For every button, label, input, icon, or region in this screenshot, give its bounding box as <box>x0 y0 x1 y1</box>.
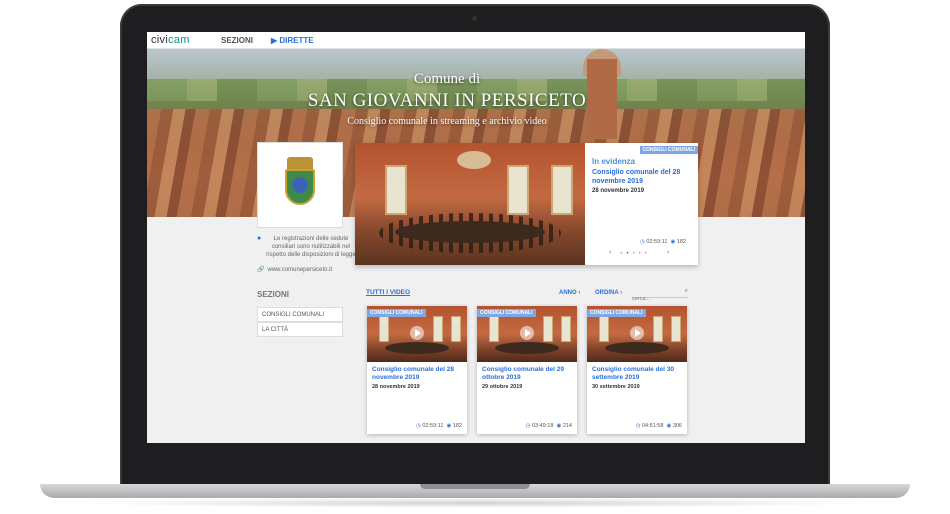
room-window <box>507 165 529 215</box>
section-item-la-citta[interactable]: LA CITTÀ <box>257 322 343 337</box>
hero-city-name: SAN GIOVANNI IN PERSICETO <box>307 90 587 111</box>
crest-emblem <box>292 177 308 193</box>
category-badge[interactable]: CONSIGLI COMUNALI <box>639 146 698 154</box>
clock-icon: ◷ <box>635 423 641 429</box>
video-date: 29 ottobre 2019 <box>482 384 523 390</box>
video-views: 306 <box>672 423 682 429</box>
room-window <box>561 316 571 342</box>
website-link-text: www.comunepersiceto.it <box>267 267 333 273</box>
room-window <box>385 165 407 215</box>
room-window <box>671 316 681 342</box>
video-date: 28 novembre 2019 <box>372 384 420 390</box>
logo-accent-text: cam <box>168 34 190 46</box>
hero-comune-di: Comune di <box>413 71 481 87</box>
chevron-right-icon: › <box>578 290 581 296</box>
video-duration: 04:51:58 <box>641 423 664 429</box>
video-views: 182 <box>452 423 462 429</box>
eye-icon: ◉ <box>666 423 672 429</box>
play-icon[interactable] <box>520 326 534 340</box>
video-duration: 03:49:18 <box>531 423 554 429</box>
video-meta: ◷ 03:49:18 ◉ 214 <box>526 423 572 429</box>
room-window <box>379 316 389 342</box>
eye-icon: ◉ <box>446 423 452 429</box>
sections-title: SEZIONI <box>257 290 290 299</box>
laptop-shadow <box>70 498 880 508</box>
logo-text: civi <box>151 34 169 46</box>
webcam <box>472 16 477 21</box>
featured-label: In evidenza <box>592 157 636 166</box>
search-icon[interactable]: ⌕ <box>685 288 688 295</box>
room-chandelier <box>457 151 491 169</box>
room-window <box>543 316 553 342</box>
featured-meta: ◷ 02:59:11 ◉ 182 <box>640 239 686 245</box>
video-date: 30 settembre 2019 <box>592 384 640 390</box>
hero-subtitle: Consiglio comunale in streaming e archiv… <box>347 116 547 127</box>
featured-info: CONSIGLI COMUNALI In evidenza Consiglio … <box>585 143 698 265</box>
room-window <box>489 316 499 342</box>
link-icon: 🔗 <box>257 267 265 273</box>
clock-icon: ◷ <box>416 423 421 429</box>
room-table <box>395 221 545 243</box>
video-title-link[interactable]: Consiglio comunale del 30 settembre 2019 <box>592 366 684 382</box>
featured-title-link[interactable]: Consiglio comunale del 28 novembre 2019 <box>592 168 694 186</box>
civicam-logo[interactable]: civicam <box>151 34 190 46</box>
clock-icon: ◷ <box>525 423 531 429</box>
video-meta: ◷ 04:51:58 ◉ 306 <box>636 423 682 429</box>
search-box: ⌕ <box>632 287 688 304</box>
room-window <box>433 316 443 342</box>
chevron-right-icon: › <box>620 290 623 296</box>
coat-of-arms-icon <box>277 153 323 217</box>
slider-dots: ••••• <box>609 251 651 257</box>
nav-sezioni-link[interactable]: SEZIONI <box>221 36 253 45</box>
room-window <box>599 316 609 342</box>
info-pin-icon: ● <box>257 235 262 242</box>
recording-notice-text: Le registrazioni delle sedute consiliari… <box>266 236 356 258</box>
video-card[interactable]: CONSIGLI COMUNALI Consiglio comunale del… <box>367 306 467 434</box>
video-duration: 02:59:11 <box>422 423 444 429</box>
clock-icon: ◷ <box>640 239 645 245</box>
slider-next-icon[interactable]: › <box>667 249 669 256</box>
room-table <box>605 342 669 354</box>
search-input[interactable] <box>632 294 676 304</box>
room-window <box>653 316 663 342</box>
featured-slider: CONSIGLI COMUNALI In evidenza Consiglio … <box>355 143 698 265</box>
room-window <box>551 165 573 215</box>
browser-screen: civicam SEZIONI ▶ DIRETTE Comune di SAN … <box>147 32 805 443</box>
video-card[interactable]: CONSIGLI COMUNALI Consiglio comunale del… <box>587 306 687 434</box>
play-icon[interactable] <box>630 326 644 340</box>
video-meta: ◷ 02:59:11 ◉ 182 <box>416 423 462 429</box>
recording-notice: ● Le registrazioni delle sedute consilia… <box>257 235 357 259</box>
year-filter[interactable]: ANNO › <box>559 290 580 296</box>
video-title-link[interactable]: Consiglio comunale del 28 novembre 2019 <box>372 366 464 382</box>
video-views: 214 <box>562 423 572 429</box>
slider-dot[interactable]: • <box>645 251 651 257</box>
website-link[interactable]: 🔗 www.comunepersiceto.it <box>257 266 332 273</box>
section-item-consigli-comunali[interactable]: CONSIGLI COMUNALI <box>257 307 343 322</box>
category-badge[interactable]: CONSIGLI COMUNALI <box>367 309 426 317</box>
year-filter-label: ANNO <box>559 290 577 296</box>
nav-dirette-link[interactable]: ▶ DIRETTE <box>271 36 314 45</box>
all-videos-link[interactable]: TUTTI I VIDEO <box>366 289 410 296</box>
play-icon[interactable] <box>410 326 424 340</box>
room-table <box>495 342 559 354</box>
category-badge[interactable]: CONSIGLI COMUNALI <box>587 309 646 317</box>
video-title-link[interactable]: Consiglio comunale del 29 ottobre 2019 <box>482 366 574 382</box>
featured-views: 182 <box>676 239 686 245</box>
coat-of-arms-card <box>257 142 343 228</box>
video-card[interactable]: CONSIGLI COMUNALI Consiglio comunale del… <box>477 306 577 434</box>
eye-icon: ◉ <box>670 239 676 245</box>
laptop-notch <box>420 484 530 489</box>
top-nav: civicam SEZIONI ▶ DIRETTE <box>147 32 805 49</box>
room-window <box>451 316 461 342</box>
crest-crown <box>287 157 313 169</box>
hero-text: Comune di SAN GIOVANNI IN PERSICETO Cons… <box>147 71 747 127</box>
sort-filter[interactable]: ORDINA › <box>595 290 622 296</box>
featured-video-thumbnail[interactable] <box>355 143 585 265</box>
eye-icon: ◉ <box>556 423 562 429</box>
featured-date: 28 novembre 2019 <box>592 188 645 194</box>
room-table <box>385 342 449 354</box>
featured-duration: 02:59:11 <box>646 239 668 245</box>
sort-filter-label: ORDINA <box>595 290 619 296</box>
category-badge[interactable]: CONSIGLI COMUNALI <box>477 309 536 317</box>
